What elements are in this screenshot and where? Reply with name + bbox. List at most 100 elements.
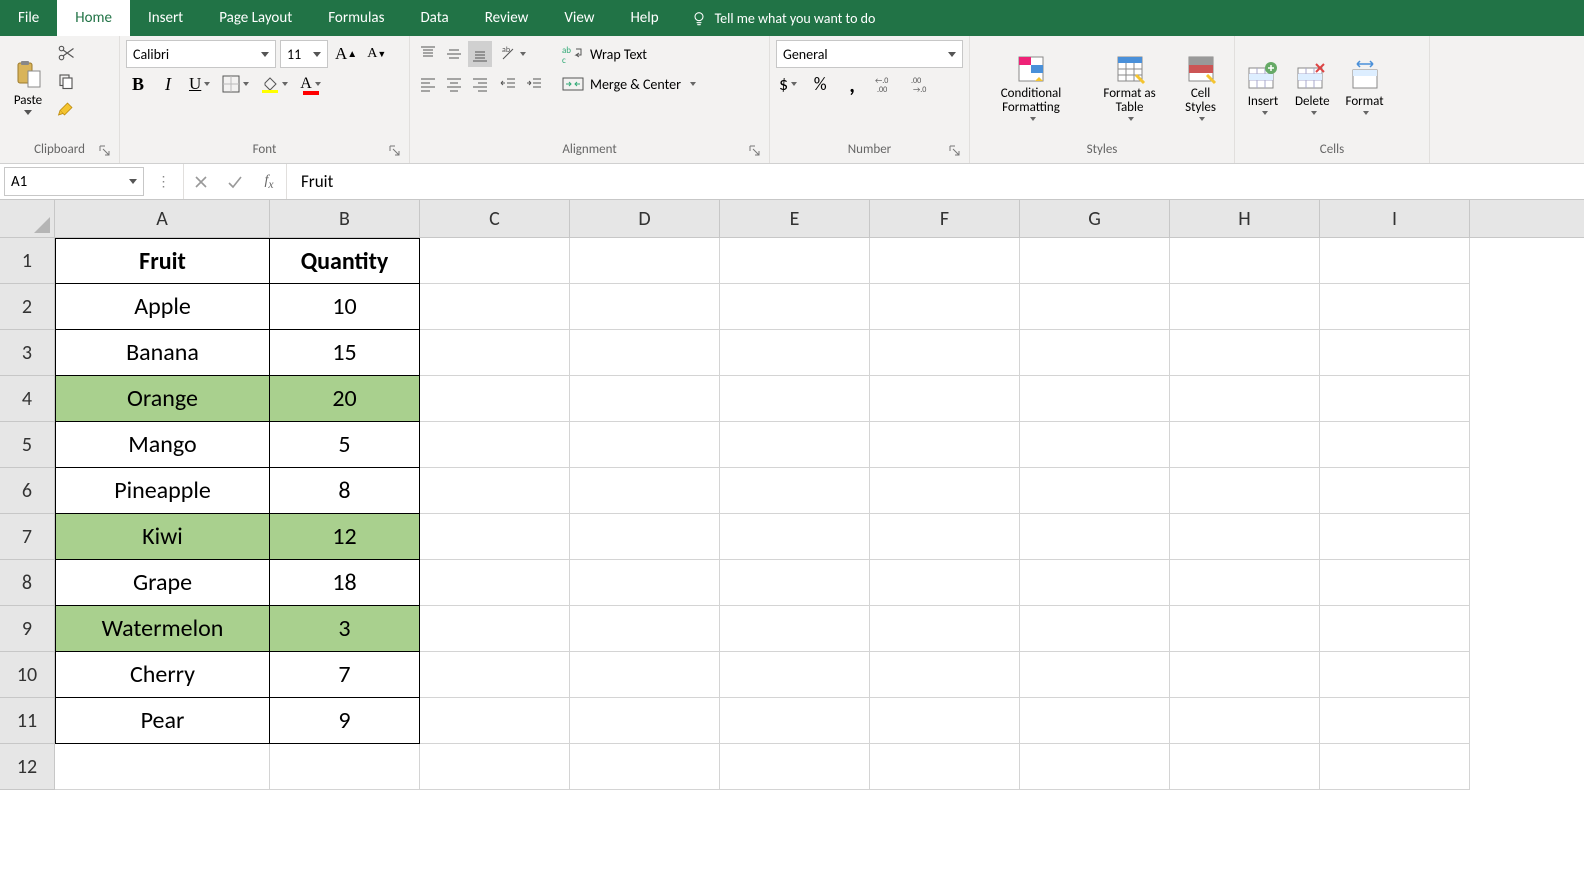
cell-C7[interactable] <box>420 514 570 560</box>
cell-B9[interactable]: 3 <box>270 606 420 652</box>
cell-D12[interactable] <box>570 744 720 790</box>
cell-D5[interactable] <box>570 422 720 468</box>
delete-cells-button[interactable]: Delete <box>1289 40 1336 134</box>
cell-H7[interactable] <box>1170 514 1320 560</box>
cell-C10[interactable] <box>420 652 570 698</box>
cell-I6[interactable] <box>1320 468 1470 514</box>
row-header-11[interactable]: 11 <box>0 698 55 744</box>
align-middle-button[interactable] <box>442 41 466 67</box>
align-top-button[interactable] <box>416 41 440 67</box>
cell-H12[interactable] <box>1170 744 1320 790</box>
column-header-E[interactable]: E <box>720 200 870 237</box>
cell-H10[interactable] <box>1170 652 1320 698</box>
cell-E2[interactable] <box>720 284 870 330</box>
dialog-launcher-icon[interactable] <box>99 145 111 157</box>
cell-H1[interactable] <box>1170 238 1320 284</box>
tab-page-layout[interactable]: Page Layout <box>201 0 310 36</box>
wrap-text-button[interactable]: abc Wrap Text <box>556 40 702 68</box>
grow-font-button[interactable]: A▲ <box>332 41 360 67</box>
cell-E9[interactable] <box>720 606 870 652</box>
cell-A3[interactable]: Banana <box>55 330 270 376</box>
tab-data[interactable]: Data <box>402 0 466 36</box>
cell-A9[interactable]: Watermelon <box>55 606 270 652</box>
row-header-9[interactable]: 9 <box>0 606 55 652</box>
column-header-D[interactable]: D <box>570 200 720 237</box>
cell-A7[interactable]: Kiwi <box>55 514 270 560</box>
name-box[interactable]: A1 <box>4 167 144 196</box>
underline-button[interactable]: U <box>186 71 213 97</box>
dialog-launcher-icon[interactable] <box>949 145 961 157</box>
cell-C6[interactable] <box>420 468 570 514</box>
align-center-button[interactable] <box>442 71 466 97</box>
cell-A8[interactable]: Grape <box>55 560 270 606</box>
cell-B2[interactable]: 10 <box>270 284 420 330</box>
row-header-4[interactable]: 4 <box>0 376 55 422</box>
cell-F12[interactable] <box>870 744 1020 790</box>
cell-I3[interactable] <box>1320 330 1470 376</box>
align-left-button[interactable] <box>416 71 440 97</box>
cell-F9[interactable] <box>870 606 1020 652</box>
cell-G4[interactable] <box>1020 376 1170 422</box>
cell-B5[interactable]: 5 <box>270 422 420 468</box>
decrease-indent-button[interactable] <box>496 71 520 97</box>
cell-C1[interactable] <box>420 238 570 284</box>
cell-E1[interactable] <box>720 238 870 284</box>
column-header-C[interactable]: C <box>420 200 570 237</box>
cell-I12[interactable] <box>1320 744 1470 790</box>
select-all-corner[interactable] <box>0 200 55 238</box>
percent-format-button[interactable]: % <box>808 71 832 97</box>
align-bottom-button[interactable] <box>468 41 492 67</box>
column-header-B[interactable]: B <box>270 200 420 237</box>
cell-C2[interactable] <box>420 284 570 330</box>
column-header-H[interactable]: H <box>1170 200 1320 237</box>
cell-D10[interactable] <box>570 652 720 698</box>
cell-C11[interactable] <box>420 698 570 744</box>
font-color-button[interactable]: A <box>297 71 324 97</box>
cell-I2[interactable] <box>1320 284 1470 330</box>
cut-button[interactable] <box>54 40 78 66</box>
tab-formulas[interactable]: Formulas <box>310 0 402 36</box>
cell-I11[interactable] <box>1320 698 1470 744</box>
cell-G2[interactable] <box>1020 284 1170 330</box>
cell-I10[interactable] <box>1320 652 1470 698</box>
format-as-table-button[interactable]: Format as Table <box>1090 40 1169 134</box>
cell-G6[interactable] <box>1020 468 1170 514</box>
cell-D7[interactable] <box>570 514 720 560</box>
cell-B6[interactable]: 8 <box>270 468 420 514</box>
cell-A4[interactable]: Orange <box>55 376 270 422</box>
paste-button[interactable]: Paste <box>6 40 50 134</box>
cell-G9[interactable] <box>1020 606 1170 652</box>
cell-F10[interactable] <box>870 652 1020 698</box>
cell-F6[interactable] <box>870 468 1020 514</box>
cell-E12[interactable] <box>720 744 870 790</box>
italic-button[interactable]: I <box>156 71 180 97</box>
row-header-10[interactable]: 10 <box>0 652 55 698</box>
cell-F11[interactable] <box>870 698 1020 744</box>
cell-D1[interactable] <box>570 238 720 284</box>
merge-center-button[interactable]: Merge & Center <box>556 70 702 98</box>
column-header-G[interactable]: G <box>1020 200 1170 237</box>
cell-C12[interactable] <box>420 744 570 790</box>
cell-E10[interactable] <box>720 652 870 698</box>
cell-B4[interactable]: 20 <box>270 376 420 422</box>
cell-E7[interactable] <box>720 514 870 560</box>
cell-I4[interactable] <box>1320 376 1470 422</box>
column-header-F[interactable]: F <box>870 200 1020 237</box>
cell-B10[interactable]: 7 <box>270 652 420 698</box>
tab-home[interactable]: Home <box>57 0 130 36</box>
cell-H3[interactable] <box>1170 330 1320 376</box>
cell-B1[interactable]: Quantity <box>270 238 420 284</box>
cell-F5[interactable] <box>870 422 1020 468</box>
align-right-button[interactable] <box>468 71 492 97</box>
formula-bar-handle[interactable]: ⋮ <box>144 164 184 199</box>
insert-cells-button[interactable]: Insert <box>1241 40 1285 134</box>
cell-G11[interactable] <box>1020 698 1170 744</box>
cell-A12[interactable] <box>55 744 270 790</box>
cell-B11[interactable]: 9 <box>270 698 420 744</box>
cell-C5[interactable] <box>420 422 570 468</box>
row-header-8[interactable]: 8 <box>0 560 55 606</box>
enter-formula-button[interactable] <box>218 169 252 195</box>
accounting-format-button[interactable]: $ <box>776 71 800 97</box>
increase-decimal-button[interactable]: ←.0.00 <box>872 71 900 97</box>
tab-help[interactable]: Help <box>612 0 676 36</box>
